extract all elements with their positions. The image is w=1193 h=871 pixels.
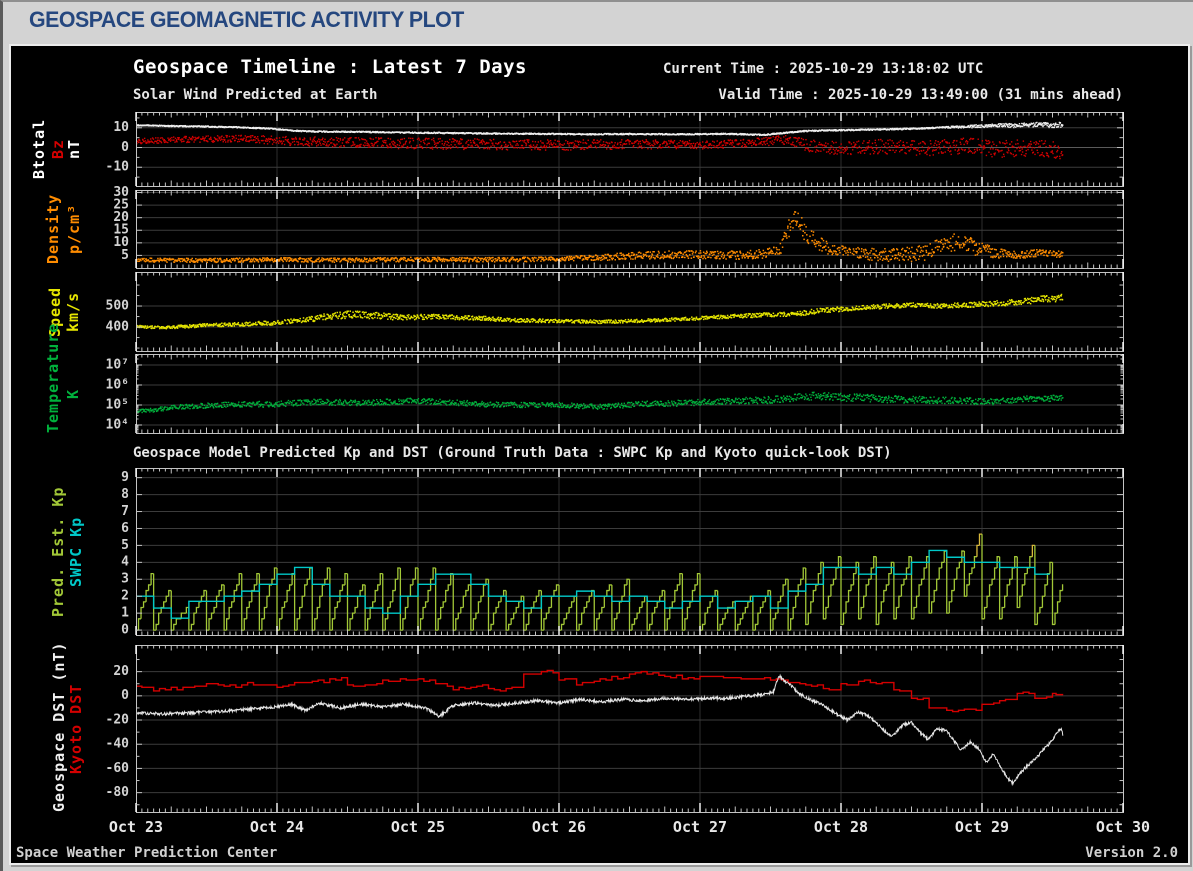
axis-label-pred-est-kp: Pred. Est. Kp <box>49 486 67 617</box>
plot-title: Geospace Timeline : Latest 7 Days <box>133 56 527 78</box>
axis-label-km-s: km/s <box>64 291 82 332</box>
axis-label-k: K <box>64 388 82 399</box>
geospace-activity-page: GEOSPACE GEOMAGNETIC ACTIVITY PLOT Geosp… <box>0 0 1193 871</box>
current-time-label: Current Time : 2025-10-29 13:18:02 UTC <box>663 61 984 77</box>
axis-label-p-cm: p/cm³ <box>65 203 83 255</box>
axis-label-btotal: Btotal <box>30 118 48 180</box>
solar-wind-section-title: Solar Wind Predicted at Earth <box>133 87 378 103</box>
axis-label-kyoto-dst: Kyoto DST <box>67 683 85 774</box>
axis-label-density: Density <box>44 193 62 265</box>
footer-version-label: Version 2.0 <box>1085 845 1178 861</box>
axis-label-nt: nT <box>65 138 83 160</box>
axis-label-swpc-kp: SWPC Kp <box>67 516 85 587</box>
model-section-title: Geospace Model Predicted Kp and DST (Gro… <box>133 445 892 461</box>
footer-source-label: Space Weather Prediction Center <box>16 845 278 861</box>
page-title: GEOSPACE GEOMAGNETIC ACTIVITY PLOT <box>29 7 464 32</box>
geospace-plot-container: Geospace Timeline : Latest 7 Days Curren… <box>11 46 1188 863</box>
axis-label-temperature: Temperature <box>44 322 62 433</box>
axis-label-geospace-dst-nt: Geospace DST (nT) <box>50 641 68 812</box>
valid-time-label: Valid Time : 2025-10-29 13:49:00 (31 min… <box>718 87 1123 103</box>
